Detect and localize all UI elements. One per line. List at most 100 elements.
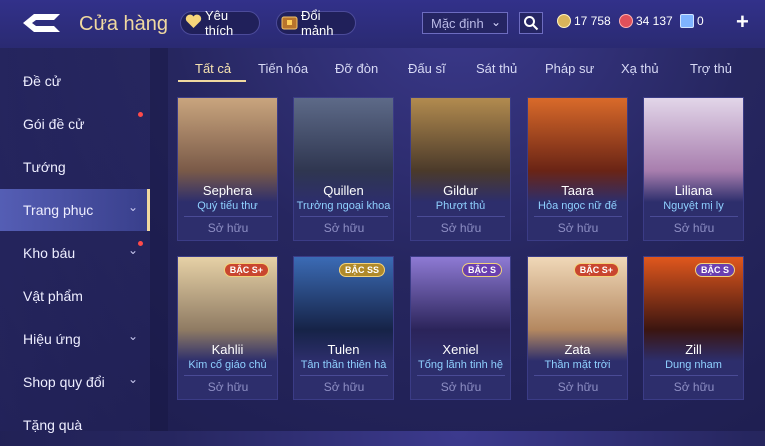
voucher-balance: 0: [680, 14, 704, 28]
skin-card[interactable]: Quillen Trưởng ngoại khoa Sở hữu: [293, 97, 394, 241]
chevron-down-icon: ⌄: [128, 372, 139, 386]
chevron-down-icon: ⌄: [128, 200, 139, 214]
skin-card[interactable]: BẬC S+ Zata Thần mặt trời Sở hữu: [527, 256, 628, 400]
sidebar-item-label: Gói đề cử: [23, 116, 85, 132]
sidebar-item-skins[interactable]: Trang phục ⌄: [0, 189, 150, 231]
skin-card[interactable]: Gildur Phượt thủ Sở hữu: [410, 97, 511, 241]
hero-name: Zata: [564, 342, 591, 357]
hero-name: Gildur: [443, 183, 478, 198]
owned-label: Sở hữu: [650, 216, 738, 236]
tab-all[interactable]: Tất cả: [195, 61, 231, 76]
chevron-down-icon: ⌄: [128, 329, 139, 343]
tab-assassin[interactable]: Sát thủ: [476, 61, 517, 76]
gem-balance: 34 137: [619, 14, 673, 28]
favorites-label: Yêu thích: [205, 8, 234, 38]
tier-badge: BẬC S+: [573, 263, 619, 277]
skin-card[interactable]: BẬC S+ Kahlii Kim cổ giáo chủ Sở hữu: [177, 256, 278, 400]
owned-label: Sở hữu: [417, 216, 505, 236]
tier-badge: BẬC S: [694, 263, 735, 277]
gold-coin-icon: [557, 14, 571, 28]
tab-mage[interactable]: Pháp sư: [545, 61, 594, 76]
hero-name: Kahlii: [211, 342, 244, 357]
skin-card[interactable]: BẬC S Xeniel Tổng lãnh tinh hệ Sở hữu: [410, 256, 511, 400]
exchange-fragments-button[interactable]: Đổi mảnh: [276, 8, 356, 38]
owned-label: Sở hữu: [300, 216, 388, 236]
page-title: Cửa hàng: [79, 13, 169, 35]
tab-fighter[interactable]: Đấu sĩ: [408, 61, 446, 76]
skin-card[interactable]: BẬC S Zill Dung nham Sở hữu: [643, 256, 744, 400]
skin-name: Quý tiểu thư: [197, 200, 258, 212]
gold-balance: 17 758: [557, 14, 611, 28]
hero-name: Liliana: [674, 183, 713, 198]
sidebar-item-label: Hiệu ứng: [23, 331, 81, 347]
sidebar-item-label: Trang phục: [23, 202, 94, 218]
hero-name: Zill: [685, 342, 702, 357]
tab-tank[interactable]: Đỡ đòn: [335, 61, 378, 76]
back-button[interactable]: [20, 12, 64, 34]
skin-card[interactable]: Taara Hỏa ngọc nữ đế Sở hữu: [527, 97, 628, 241]
sidebar: Đề cử Gói đề cử Tướng Trang phục ⌄ Kho b…: [0, 48, 150, 433]
owned-label: Sở hữu: [300, 375, 388, 395]
sidebar-item-featured[interactable]: Đề cử: [0, 60, 150, 102]
skin-name: Hỏa ngọc nữ đế: [538, 200, 617, 212]
tier-badge: BẬC S+: [223, 263, 269, 277]
tab-marksman[interactable]: Xạ thủ: [621, 61, 659, 76]
heart-icon: [185, 14, 202, 32]
hero-name: Tulen: [327, 342, 360, 357]
sort-selected-value: Mặc định: [431, 16, 484, 31]
skin-name: Tân thần thiên hà: [300, 359, 387, 371]
sidebar-divider: [150, 48, 168, 431]
sidebar-item-exchange-shop[interactable]: Shop quy đổi ⌄: [0, 361, 150, 403]
sidebar-item-label: Shop quy đổi: [23, 374, 105, 390]
skin-name: Phượt thủ: [435, 200, 486, 212]
sidebar-item-label: Đề cử: [23, 73, 62, 89]
owned-label: Sở hữu: [534, 375, 622, 395]
sidebar-item-label: Kho báu: [23, 245, 76, 261]
chevron-down-icon: ⌄: [128, 243, 139, 257]
hero-name: Taara: [561, 183, 594, 198]
sidebar-item-label: Vật phẩm: [23, 288, 83, 304]
sidebar-item-featured-packs[interactable]: Gói đề cử: [0, 103, 150, 145]
owned-label: Sở hữu: [534, 216, 622, 236]
add-currency-button[interactable]: +: [736, 9, 749, 35]
sidebar-item-effects[interactable]: Hiệu ứng ⌄: [0, 318, 150, 360]
skin-name: Nguyệt mị ly: [663, 200, 724, 212]
voucher-amount: 0: [697, 14, 704, 28]
voucher-icon: [680, 14, 694, 28]
skin-name: Trưởng ngoại khoa: [296, 200, 391, 212]
sort-dropdown[interactable]: Mặc định ⌄: [422, 12, 508, 34]
hero-name: Xeniel: [442, 342, 479, 357]
sidebar-item-label: Tướng: [23, 159, 66, 175]
notification-dot: [138, 112, 143, 117]
active-tab-indicator: [178, 80, 246, 82]
favorites-button[interactable]: Yêu thích: [180, 8, 260, 38]
category-tabs: Tất cả Tiến hóa Đỡ đòn Đấu sĩ Sát thủ Ph…: [176, 56, 756, 84]
hero-name: Sephera: [202, 183, 253, 198]
skin-name: Tổng lãnh tinh hệ: [417, 359, 503, 371]
top-bar: Cửa hàng Yêu thích Đổi mảnh Mặc định ⌄ 1…: [0, 0, 765, 48]
gold-amount: 17 758: [574, 14, 611, 28]
sidebar-item-items[interactable]: Vật phẩm: [0, 275, 150, 317]
fragment-chest-icon: [281, 14, 298, 33]
skin-name: Thần mặt trời: [544, 359, 611, 371]
owned-label: Sở hữu: [650, 375, 738, 395]
owned-label: Sở hữu: [417, 375, 505, 395]
sidebar-item-heroes[interactable]: Tướng: [0, 146, 150, 188]
back-arrow-icon: [23, 14, 60, 32]
sidebar-item-gifts[interactable]: Tặng quà: [0, 404, 150, 446]
skin-card[interactable]: BẬC SS Tulen Tân thần thiên hà Sở hữu: [293, 256, 394, 400]
tab-evolution[interactable]: Tiến hóa: [258, 61, 308, 76]
tier-badge: BẬC SS: [338, 263, 385, 277]
tab-support[interactable]: Trợ thủ: [690, 61, 732, 76]
skin-name: Dung nham: [665, 359, 722, 371]
tier-badge: BẬC S: [461, 263, 502, 277]
search-button[interactable]: [519, 12, 543, 34]
skin-name: Kim cổ giáo chủ: [188, 359, 267, 371]
owned-label: Sở hữu: [184, 216, 272, 236]
skin-card[interactable]: Sephera Quý tiểu thư Sở hữu: [177, 97, 278, 241]
skin-card[interactable]: Liliana Nguyệt mị ly Sở hữu: [643, 97, 744, 241]
gem-icon: [619, 14, 633, 28]
sidebar-item-treasure[interactable]: Kho báu ⌄: [0, 232, 150, 274]
exchange-fragments-label: Đổi mảnh: [301, 8, 334, 38]
gem-amount: 34 137: [636, 14, 673, 28]
